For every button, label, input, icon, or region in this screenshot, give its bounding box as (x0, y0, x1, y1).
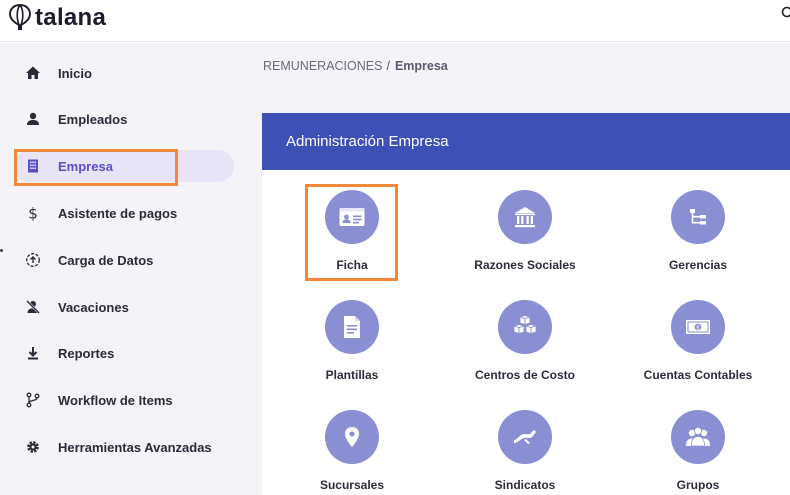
gear-icon (22, 436, 44, 458)
sidebar-item-reportes[interactable]: Reportes (14, 337, 234, 369)
panel-header: Administración Empresa (262, 113, 790, 170)
tile-label: Centros de Costo (474, 368, 575, 382)
tile-label: Cuentas Contables (643, 368, 753, 382)
sidebar-item-herramientas[interactable]: Herramientas Avanzadas (14, 431, 234, 463)
sidebar-item-label: Empleados (58, 111, 128, 127)
tile-label: Sindicatos (494, 478, 556, 492)
highlight-box-ficha (305, 184, 398, 281)
sidebar-item-label: Vacaciones (58, 299, 129, 315)
breadcrumb-current: Empresa (394, 59, 448, 73)
home-icon (22, 62, 44, 84)
sidebar-item-label: Inicio (58, 65, 92, 81)
person-icon (22, 108, 44, 130)
cubes-icon (498, 300, 552, 354)
sidebar-item-label: Herramientas Avanzadas (58, 439, 212, 455)
breadcrumb-separator: / (386, 59, 390, 73)
tile-label: Gerencias (668, 258, 728, 272)
sidebar-item-workflow[interactable]: Workflow de Items (14, 384, 234, 416)
upload-circle-icon (22, 249, 44, 271)
sidebar-item-empleados[interactable]: Empleados (14, 103, 234, 135)
sidebar-item-label: Carga de Datos (58, 252, 154, 268)
sidebar-item-label: Asistente de pagos (58, 205, 178, 221)
tile-label: Plantillas (325, 368, 379, 382)
sidebar-item-label: Workflow de Items (58, 392, 173, 408)
tile-gerencias[interactable]: Gerencias (618, 190, 778, 272)
group-icon (671, 410, 725, 464)
tile-label: Razones Sociales (474, 258, 576, 272)
panel-title: Administración Empresa (286, 133, 449, 150)
person-off-icon (22, 296, 44, 318)
download-icon (22, 342, 44, 364)
tile-cuentas-contables[interactable]: $ Cuentas Contables (618, 300, 778, 382)
talana-logo[interactable]: talana (8, 3, 106, 33)
hierarchy-icon (671, 190, 725, 244)
workflow-icon (22, 389, 44, 411)
sidebar-item-vacaciones[interactable]: Vacaciones (14, 291, 234, 323)
balloon-logo-icon (8, 3, 32, 30)
tile-label: Sucursales (319, 478, 385, 492)
breadcrumb: REMUNERACIONES / Empresa (263, 59, 448, 73)
tile-razones-sociales[interactable]: Razones Sociales (445, 190, 605, 272)
sidebar: Inicio Empleados Empresa $ Asistente de … (0, 43, 244, 495)
search-icon[interactable] (780, 6, 790, 20)
bank-icon (498, 190, 552, 244)
breadcrumb-parent[interactable]: REMUNERACIONES (263, 59, 382, 73)
admin-panel: Administración Empresa Ficha Razones Soc… (262, 113, 790, 495)
brand-name: talana (35, 4, 107, 31)
money-bill-icon: $ (671, 300, 725, 354)
dollar-icon: $ (22, 202, 44, 224)
tile-sindicatos[interactable]: Sindicatos (445, 410, 605, 492)
highlight-box-empresa (14, 149, 178, 186)
tile-plantillas[interactable]: Plantillas (272, 300, 432, 382)
sidebar-marker (0, 249, 3, 252)
map-pin-icon (325, 410, 379, 464)
document-icon (325, 300, 379, 354)
tile-label: Grupos (676, 478, 720, 492)
handshake-icon (498, 410, 552, 464)
sidebar-item-carga-datos[interactable]: Carga de Datos (14, 244, 234, 276)
sidebar-item-inicio[interactable]: Inicio (14, 57, 234, 89)
sidebar-item-label: Reportes (58, 345, 115, 361)
tile-sucursales[interactable]: Sucursales (272, 410, 432, 492)
top-bar: talana (0, 0, 790, 42)
svg-text:$: $ (28, 205, 38, 221)
sidebar-item-asistente-pagos[interactable]: $ Asistente de pagos (14, 197, 234, 229)
tile-centros-costo[interactable]: Centros de Costo (445, 300, 605, 382)
svg-text:$: $ (696, 324, 700, 331)
tile-grupos[interactable]: Grupos (618, 410, 778, 492)
main-content: REMUNERACIONES / Empresa Administración Em… (244, 43, 790, 495)
